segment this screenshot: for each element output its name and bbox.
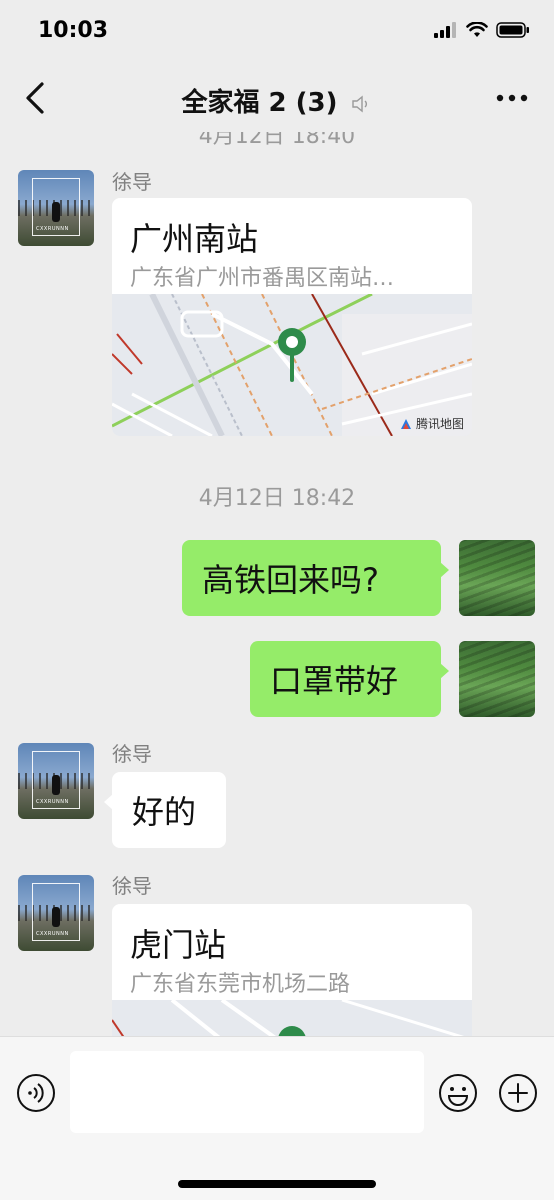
avatar[interactable]: CXXRUNNN [18,875,94,951]
avatar-self[interactable] [459,641,535,717]
location-title: 虎门站 [130,926,227,964]
avatar[interactable]: CXXRUNNN [18,170,94,246]
emoji-icon[interactable] [438,1073,478,1113]
mute-icon [351,95,367,112]
map-image [112,1000,472,1036]
location-title: 广州南站 [130,220,259,258]
message-input[interactable] [70,1051,424,1133]
input-bar [0,1036,554,1200]
timestamp: 4月12日 18:42 [198,486,356,511]
avatar-person [52,202,60,222]
battery-icon [496,22,529,38]
message-bubble-other[interactable]: 好的 [104,772,226,848]
message-bubble-self[interactable]: 高铁回来吗? [182,540,449,616]
chat-title-wrap: 全家福 2 (3) [0,82,554,119]
chat-area[interactable]: 4月12日 18:40 CXXRUNNN 徐导 广州南站 广东省广州市番禺区南站… [0,132,554,1036]
status-icons [434,22,530,38]
cellular-signal-icon [434,22,456,38]
location-map[interactable] [112,1000,472,1036]
sender-name: 徐导 [112,874,152,898]
avatar-person [52,775,60,795]
avatar-caption: CXXRUNNN [36,799,69,805]
location-card[interactable]: 广州南站 广东省广州市番禺区南站… 腾讯地图 [112,198,472,436]
map-credit: 腾讯地图 [399,415,464,432]
voice-icon[interactable] [16,1073,56,1113]
nav-bar: 全家福 2 (3) [0,64,554,132]
more-icon[interactable] [492,84,532,112]
map-credit-text: 腾讯地图 [415,417,464,431]
sender-name: 徐导 [112,170,152,194]
message-bubble-self[interactable]: 口罩带好 [250,641,449,717]
wifi-icon [466,22,488,37]
location-address: 广东省东莞市机场二路 [130,972,351,997]
avatar-caption: CXXRUNNN [36,931,69,937]
avatar-self[interactable] [459,540,535,616]
plus-icon[interactable] [498,1073,538,1113]
location-map[interactable]: 腾讯地图 [112,294,472,436]
avatar-person [52,907,60,927]
location-address: 广东省广州市番禺区南站… [130,266,395,291]
tencent-map-logo-icon [400,418,411,429]
location-card[interactable]: 虎门站 广东省东莞市机场二路 [112,904,472,1036]
chat-title: 全家福 2 (3) [181,88,338,118]
status-bar: 10:03 [0,0,554,64]
avatar[interactable]: CXXRUNNN [18,743,94,819]
map-pin-icon [278,328,306,382]
status-time: 10:03 [38,18,109,43]
avatar-caption: CXXRUNNN [36,226,69,232]
home-indicator [178,1180,376,1188]
timestamp-partial: 4月12日 18:40 [198,132,356,149]
sender-name: 徐导 [112,742,152,766]
